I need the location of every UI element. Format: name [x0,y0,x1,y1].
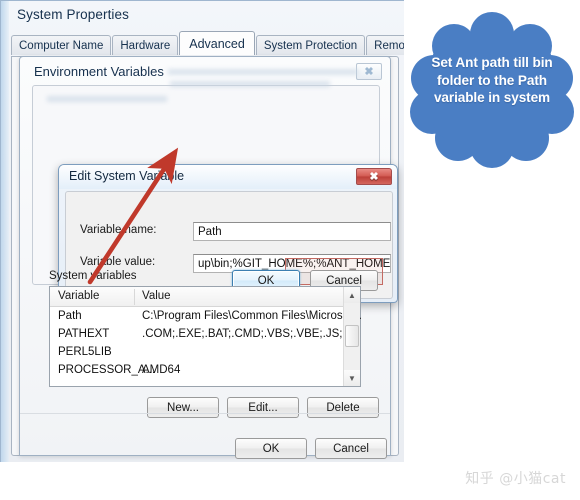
blurred-text-line [170,81,330,87]
row-variable: PROCESSOR_A... [58,364,156,376]
system-properties-cancel-button[interactable]: Cancel [315,438,387,459]
row-value: .COM;.EXE;.BAT;.CMD;.VBS;.VBE;.JS;.... [142,328,356,340]
row-value: AMD64 [142,364,181,376]
table-row[interactable]: PATHEXT .COM;.EXE;.BAT;.CMD;.VBS;.VBE;.J… [50,326,360,345]
table-row[interactable]: Path C:\Program Files\Common Files\Micro… [50,308,362,327]
variable-value-label: Variable value: [80,256,156,268]
variable-name-input[interactable]: Path [193,222,391,241]
environment-variables-dialog: Environment Variables ✖ Edit System Vari… [19,56,398,456]
environment-variables-title: Environment Variables [34,64,164,79]
window-title: System Properties [17,7,129,22]
edit-button[interactable]: Edit... [227,397,299,418]
row-variable: PERL5LIB [58,346,112,358]
tab-remote[interactable]: Remote [366,35,404,55]
watermark: 知乎 @小猫cat [465,471,566,487]
torn-paper-container: System Properties Computer Name Hardware… [0,0,412,470]
blurred-text-line [47,96,167,102]
edit-dialog-titlebar[interactable]: Edit System Variable ✖ [59,165,397,189]
tab-advanced[interactable]: Advanced [179,31,255,55]
table-row[interactable]: PERL5LIB [50,344,360,363]
tab-hardware[interactable]: Hardware [112,35,179,55]
blurred-text-line [168,69,358,75]
scroll-up-icon[interactable]: ▲ [344,287,360,303]
window-glass-edge [1,1,9,462]
tab-computer-name[interactable]: Computer Name [11,35,112,55]
list-scrollbar[interactable]: ▲ ▼ [343,287,360,386]
delete-button[interactable]: Delete [307,397,379,418]
system-properties-ok-button[interactable]: OK [235,438,307,459]
scroll-down-icon[interactable]: ▼ [344,370,360,386]
close-icon[interactable]: ✖ [356,63,382,80]
column-header-variable[interactable]: Variable [58,290,99,302]
edit-dialog-body: Variable name: Path Variable value: up\b… [65,191,393,299]
variable-value-text: up\bin;%GIT_HOME%;%ANT_HOME%\bin [198,258,391,270]
column-divider[interactable] [134,289,135,305]
scrollbar-thumb[interactable] [345,325,359,347]
close-icon[interactable]: ✖ [356,168,392,185]
window-clip: System Properties Computer Name Hardware… [0,0,404,462]
edit-dialog-title: Edit System Variable [69,169,185,183]
system-variables-label: System variables [49,270,137,282]
callout-text: Set Ant path till bin folder to the Path… [431,55,553,105]
system-properties-window: System Properties Computer Name Hardware… [0,0,404,462]
new-button[interactable]: New... [147,397,219,418]
tab-system-protection[interactable]: System Protection [255,35,366,55]
footer-divider [20,413,390,414]
list-header: Variable Value [50,287,360,307]
column-header-value[interactable]: Value [142,290,171,302]
callout-bubble: Set Ant path till bin folder to the Path… [404,8,580,168]
row-variable: PATHEXT [58,328,110,340]
variable-name-label: Variable name: [80,224,157,236]
row-value: C:\Program Files\Common Files\Microsof..… [142,310,362,322]
screenshot-root: System Properties Computer Name Hardware… [0,0,580,500]
row-variable: Path [58,310,82,322]
edit-system-variable-dialog: Edit System Variable ✖ Variable name: Pa… [58,164,398,303]
system-variables-list[interactable]: Variable Value Path C:\Program Files\Com… [49,286,362,387]
tab-bar: Computer Name Hardware Advanced System P… [11,31,404,55]
table-row[interactable]: PROCESSOR_A... AMD64 [50,362,360,381]
